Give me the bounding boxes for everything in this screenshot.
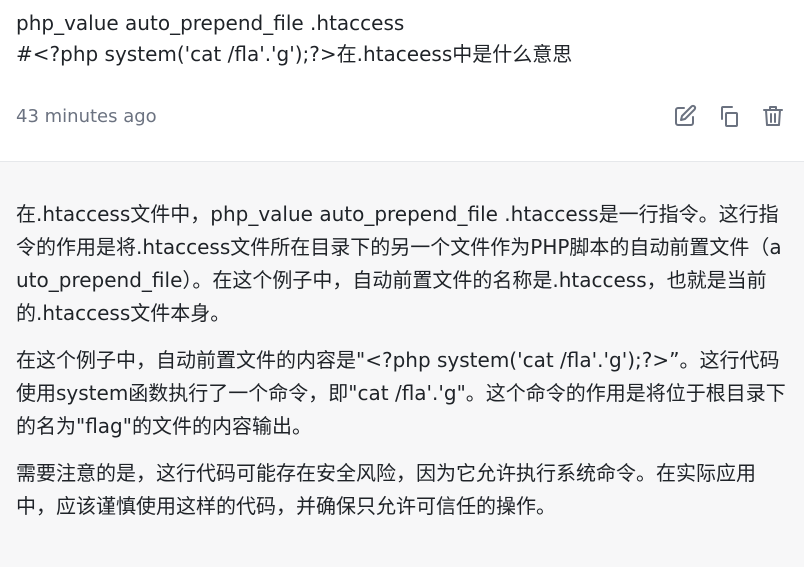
edit-icon	[675, 104, 697, 126]
delete-button[interactable]	[758, 101, 788, 131]
user-message: php_value auto_prepend_file .htaccess #<…	[0, 0, 804, 162]
copy-button[interactable]	[714, 101, 744, 131]
timestamp: 43 minutes ago	[16, 105, 157, 127]
question-line-1: php_value auto_prepend_file .htaccess	[16, 11, 405, 35]
answer-paragraph-3: 需要注意的是，这行代码可能存在安全风险，因为它允许执行系统命令。在实际应用中，应…	[16, 461, 756, 518]
answer-paragraph-1: 在.htaccess文件中，php_value auto_prepend_fil…	[16, 202, 782, 325]
assistant-answer: 在.htaccess文件中，php_value auto_prepend_fil…	[0, 162, 804, 567]
copy-icon	[721, 106, 738, 127]
message-actions	[670, 101, 788, 131]
question-line-2: #<?php system('cat /fla'.'g');?>在.htacee…	[16, 42, 573, 66]
message-meta-row: 43 minutes ago	[16, 100, 788, 132]
answer-paragraph-2: 在这个例子中，自动前置文件的内容是"<?php system('cat /fla…	[16, 348, 786, 438]
delete-icon	[763, 106, 783, 126]
edit-button[interactable]	[670, 101, 700, 131]
